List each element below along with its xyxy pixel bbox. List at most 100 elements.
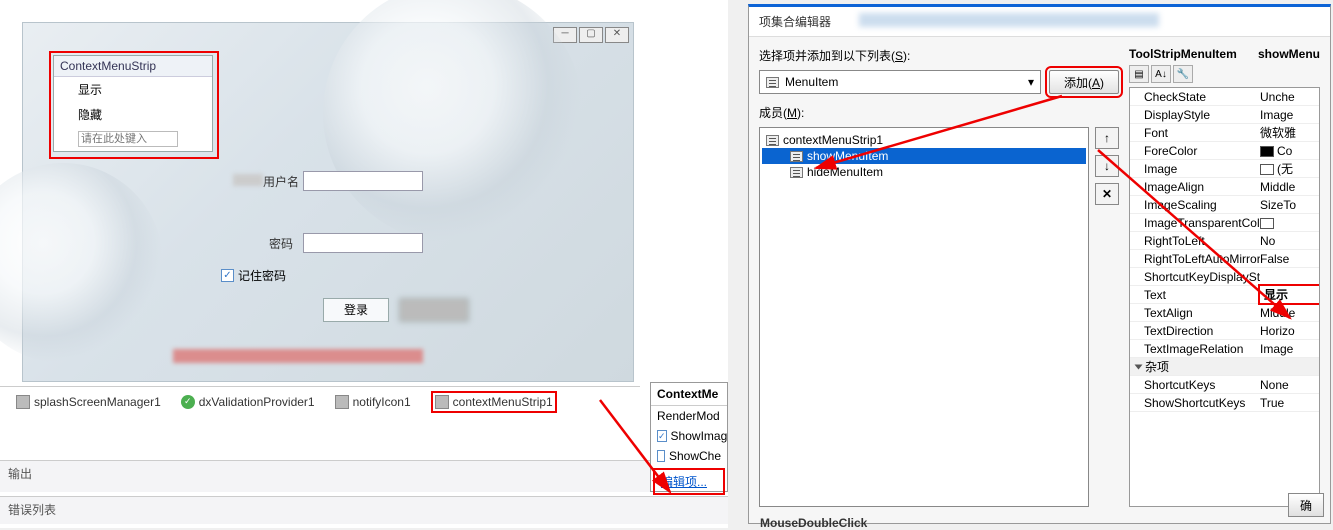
property-name: TextAlign <box>1130 306 1260 320</box>
dialog-title: 项集合编辑器 <box>759 15 831 29</box>
property-row[interactable]: ShortcutKeyDisplayStrin <box>1130 268 1319 286</box>
property-value[interactable] <box>1260 216 1319 230</box>
members-tree[interactable]: contextMenuStrip1 showMenuItem hideMenuI… <box>759 127 1089 507</box>
property-row[interactable]: ImageScalingSizeTo <box>1130 196 1319 214</box>
tray-validation[interactable]: ✓dxValidationProvider1 <box>181 395 315 409</box>
property-value[interactable]: Middle <box>1260 306 1319 320</box>
property-row[interactable]: CheckStateUnche <box>1130 88 1319 106</box>
remember-checkbox[interactable]: ✓ 记住密码 <box>221 267 286 284</box>
reorder-buttons: ↑ ↓ ✕ <box>1095 127 1119 507</box>
context-menu-item-show[interactable]: 显示 <box>54 77 212 102</box>
smart-tag-panel: ContextMe RenderMod ✓ShowImag ShowChe 编辑… <box>650 382 728 492</box>
ok-button[interactable]: 确 <box>1288 493 1324 517</box>
blurred-label <box>233 174 263 186</box>
property-row[interactable]: RightToLeftAutoMirrorIFalse <box>1130 250 1319 268</box>
members-label: 成员(M): <box>759 106 804 120</box>
property-row[interactable]: TextAlignMiddle <box>1130 304 1319 322</box>
login-button[interactable]: 登录 <box>323 298 389 322</box>
tray-label: notifyIcon1 <box>353 395 411 409</box>
menuitem-icon <box>790 167 803 178</box>
context-menu-preview[interactable]: ContextMenuStrip 显示 隐藏 <box>53 55 213 152</box>
property-name: ShortcutKeyDisplayStrin <box>1130 270 1260 284</box>
add-button[interactable]: 添加(A) <box>1049 70 1119 94</box>
property-row[interactable]: ImageTransparentColor <box>1130 214 1319 232</box>
tree-item-show[interactable]: showMenuItem <box>762 148 1086 164</box>
property-value[interactable]: SizeTo <box>1260 198 1319 212</box>
tray-label: contextMenuStrip1 <box>453 395 553 409</box>
dialog-titlebar: 项集合编辑器 <box>749 7 1330 37</box>
tray-notify[interactable]: notifyIcon1 <box>335 395 411 409</box>
property-grid[interactable]: CheckStateUncheDisplayStyleImageFont微软雅F… <box>1129 87 1320 507</box>
component-icon <box>16 395 30 409</box>
smarttag-rendermode[interactable]: RenderMod <box>651 406 727 426</box>
designer-panel: ─ ▢ ✕ ContextMenuStrip 显示 隐藏 用户名 密码 ✓ 记住… <box>0 0 728 528</box>
property-row[interactable]: TextImageRelationImage <box>1130 340 1319 358</box>
property-value[interactable]: Co <box>1260 144 1319 158</box>
property-value[interactable]: Unche <box>1260 90 1319 104</box>
property-name: ShowShortcutKeys <box>1130 396 1260 410</box>
smarttag-edit-items[interactable]: 编辑项... <box>653 468 725 495</box>
tray-splash[interactable]: splashScreenManager1 <box>16 395 161 409</box>
alphabetical-button[interactable]: A↓ <box>1151 65 1171 83</box>
context-menu-item-hide[interactable]: 隐藏 <box>54 102 212 127</box>
property-category[interactable]: 杂项 <box>1130 358 1319 376</box>
tray-label: dxValidationProvider1 <box>199 395 315 409</box>
property-value[interactable]: 微软雅 <box>1260 124 1319 141</box>
property-value[interactable]: Image <box>1260 342 1319 356</box>
property-name: ForeColor <box>1130 144 1260 158</box>
items-collection-editor-dialog: 项集合编辑器 选择项并添加到以下列表(S): MenuItem ▾ 添加(A) … <box>748 4 1331 524</box>
property-row[interactable]: Image(无 <box>1130 160 1319 178</box>
context-menu-type-here[interactable] <box>54 127 212 151</box>
property-value[interactable]: False <box>1260 252 1319 266</box>
type-here-input[interactable] <box>78 131 178 147</box>
property-pages-button[interactable]: 🔧 <box>1173 65 1193 83</box>
property-row[interactable]: DisplayStyleImage <box>1130 106 1319 124</box>
property-row[interactable]: ImageAlignMiddle <box>1130 178 1319 196</box>
move-up-button[interactable]: ↑ <box>1095 127 1119 149</box>
property-row[interactable]: Font微软雅 <box>1130 124 1319 142</box>
property-name: RightToLeft <box>1130 234 1260 248</box>
property-row[interactable]: RightToLeftNo <box>1130 232 1319 250</box>
maximize-button[interactable]: ▢ <box>579 27 603 43</box>
background-decoration <box>0 163 163 363</box>
tree-item-hide[interactable]: hideMenuItem <box>762 164 1086 180</box>
property-row[interactable]: TextDirectionHorizo <box>1130 322 1319 340</box>
blurred-button[interactable] <box>399 298 469 322</box>
property-value[interactable]: True <box>1260 396 1319 410</box>
property-row[interactable]: ShortcutKeysNone <box>1130 376 1319 394</box>
component-icon <box>435 395 449 409</box>
close-button[interactable]: ✕ <box>605 27 629 43</box>
property-value[interactable]: Image <box>1260 108 1319 122</box>
property-row[interactable]: ForeColorCo <box>1130 142 1319 160</box>
item-type-combo[interactable]: MenuItem ▾ <box>759 70 1041 94</box>
property-name: ImageAlign <box>1130 180 1260 194</box>
property-row[interactable]: Text显示 <box>1130 286 1319 304</box>
error-list-panel[interactable]: 错误列表 <box>0 496 728 524</box>
dialog-left-pane: 选择项并添加到以下列表(S): MenuItem ▾ 添加(A) 成员(M): … <box>759 47 1119 507</box>
property-value[interactable]: 显示 <box>1260 286 1319 303</box>
password-input[interactable] <box>303 233 423 253</box>
username-input[interactable] <box>303 171 423 191</box>
property-value[interactable]: (无 <box>1260 160 1319 177</box>
tree-root[interactable]: contextMenuStrip1 <box>762 132 1086 148</box>
property-value[interactable]: Horizo <box>1260 324 1319 338</box>
property-name: Image <box>1130 162 1260 176</box>
move-down-button[interactable]: ↓ <box>1095 155 1119 177</box>
property-value[interactable]: None <box>1260 378 1319 392</box>
delete-button[interactable]: ✕ <box>1095 183 1119 205</box>
form-designer-window[interactable]: ─ ▢ ✕ ContextMenuStrip 显示 隐藏 用户名 密码 ✓ 记住… <box>22 22 634 382</box>
property-row[interactable]: ShowShortcutKeysTrue <box>1130 394 1319 412</box>
tray-contextmenu[interactable]: contextMenuStrip1 <box>431 391 557 413</box>
property-value[interactable]: No <box>1260 234 1319 248</box>
categorized-button[interactable]: ▤ <box>1129 65 1149 83</box>
property-name: RightToLeftAutoMirrorI <box>1130 252 1260 266</box>
output-panel[interactable]: 输出 <box>0 460 728 492</box>
password-label: 密码 <box>269 237 293 251</box>
smarttag-showcheck[interactable]: ShowChe <box>651 446 727 466</box>
tray-label: splashScreenManager1 <box>34 395 161 409</box>
checkbox-icon: ✓ <box>657 430 667 442</box>
chevron-down-icon: ▾ <box>1028 75 1034 89</box>
property-value[interactable]: Middle <box>1260 180 1319 194</box>
smarttag-showimage[interactable]: ✓ShowImag <box>651 426 727 446</box>
component-icon <box>335 395 349 409</box>
